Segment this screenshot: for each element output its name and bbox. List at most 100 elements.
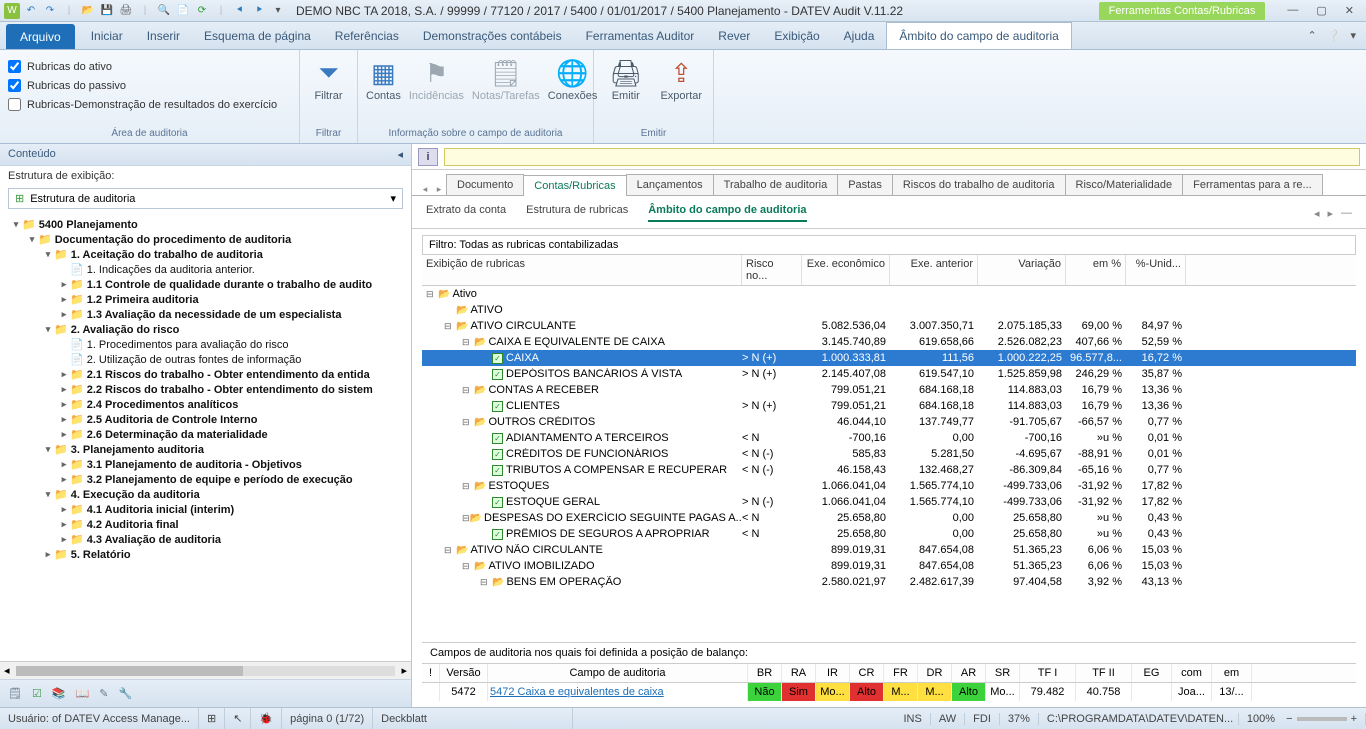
menu-tab[interactable]: Exibição: [762, 22, 831, 49]
notas-button[interactable]: 🗒Notas/Tarefas: [472, 54, 540, 102]
status-icon1[interactable]: ⊞: [199, 708, 225, 729]
next-icon[interactable]: ▸: [1327, 207, 1333, 220]
audit-col[interactable]: com: [1172, 664, 1212, 682]
horizontal-scrollbar[interactable]: ◂▸: [0, 661, 411, 679]
grid-row[interactable]: ⊟📂DESPESAS DO EXERCÍCIO SEGUINTE PAGAS A…: [422, 510, 1356, 526]
main-tab[interactable]: Documento: [446, 174, 524, 195]
grid-row[interactable]: ✓ADIANTAMENTO A TERCEIROS< N-700,160,00-…: [422, 430, 1356, 446]
main-tab[interactable]: Lançamentos: [626, 174, 714, 195]
doc-icon[interactable]: 📄: [175, 3, 191, 19]
qat-more-icon[interactable]: ▾: [270, 3, 286, 19]
preview-icon[interactable]: 🔍: [156, 3, 172, 19]
menu-tab[interactable]: Esquema de página: [192, 22, 323, 49]
grid-body[interactable]: ⊟📂Ativo📂ATIVO⊟📂ATIVO CIRCULANTE5.082.536…: [422, 286, 1356, 642]
tree-item[interactable]: 📄1. Procedimentos para avaliação do risc…: [4, 337, 407, 352]
tree-item[interactable]: ▸📁4.1 Auditoria inicial (interim): [4, 502, 407, 517]
grid-row[interactable]: ✓CAIXA> N (+)1.000.333,81111,561.000.222…: [422, 350, 1356, 366]
grid-row[interactable]: ⊟📂ATIVO IMOBILIZADO899.019,31847.654,085…: [422, 558, 1356, 574]
bug-icon[interactable]: 🐞: [251, 708, 282, 729]
grid-row[interactable]: ⊟📂OUTROS CRÉDITOS46.044,10137.749,77-91.…: [422, 414, 1356, 430]
grid-row[interactable]: ⊟📂CONTAS A RECEBER799.051,21684.168,1811…: [422, 382, 1356, 398]
zoom-control[interactable]: 100% − +: [1239, 713, 1366, 725]
grid-row[interactable]: ✓DEPÓSITOS BANCÁRIOS À VISTA> N (+)2.145…: [422, 366, 1356, 382]
arrow-left-icon[interactable]: ⯇: [232, 3, 248, 19]
tree-item[interactable]: ▾📁4. Execução da auditoria: [4, 487, 407, 502]
structure-select[interactable]: ⊞ Estrutura de auditoria ▾: [8, 188, 403, 209]
tree-item[interactable]: ▸📁4.2 Auditoria final: [4, 517, 407, 532]
incidencias-button[interactable]: ⚑Incidências: [409, 54, 464, 102]
save-icon[interactable]: 💾: [99, 3, 115, 19]
menu-tab[interactable]: Rever: [706, 22, 762, 49]
tree-item[interactable]: ▾📁5400 Planejamento: [4, 217, 407, 232]
sub-tab[interactable]: Estrutura de rubricas: [526, 204, 628, 222]
arrow-right-icon[interactable]: ⯈: [251, 3, 267, 19]
menu-tab[interactable]: Ajuda: [832, 22, 887, 49]
grid-row[interactable]: 📂ATIVO: [422, 302, 1356, 318]
zoom-in-icon[interactable]: +: [1351, 713, 1357, 725]
check-rubricas-dre[interactable]: Rubricas-Demonstração de resultados do e…: [8, 96, 277, 113]
audit-col[interactable]: SR: [986, 664, 1020, 682]
grid-row[interactable]: ⊟📂Ativo: [422, 286, 1356, 302]
main-tab[interactable]: Trabalho de auditoria: [713, 174, 839, 195]
grid-row[interactable]: ✓CRÉDITOS DE FUNCIONÁRIOS< N (-)585,835.…: [422, 446, 1356, 462]
ribbon-options-icon[interactable]: ▾: [1350, 29, 1356, 42]
checklist-icon[interactable]: ☑: [32, 687, 42, 700]
note-icon[interactable]: 🗒: [8, 687, 22, 700]
help-icon[interactable]: ❔: [1327, 29, 1341, 42]
tree-item[interactable]: ▸📁1.2 Primeira auditoria: [4, 292, 407, 307]
tree-item[interactable]: 📄1. Indicações da auditoria anterior.: [4, 262, 407, 277]
grid-row[interactable]: ⊟📂BENS EM OPERAÇÃO2.580.021,972.482.617,…: [422, 574, 1356, 590]
close-icon[interactable]: ✕: [1345, 4, 1354, 17]
minimize-icon[interactable]: —: [1287, 4, 1298, 17]
tree-item[interactable]: ▸📁3.1 Planejamento de auditoria - Objeti…: [4, 457, 407, 472]
tree-item[interactable]: ▸📁4.3 Avaliação de auditoria: [4, 532, 407, 547]
menu-tab[interactable]: Inserir: [135, 22, 192, 49]
info-icon[interactable]: i: [418, 148, 438, 166]
tree-item[interactable]: ▾📁Documentação do procedimento de audito…: [4, 232, 407, 247]
audit-col[interactable]: Versão: [440, 664, 488, 682]
audit-col[interactable]: TF II: [1076, 664, 1132, 682]
audit-col[interactable]: !: [422, 664, 440, 682]
menu-tab[interactable]: Demonstrações contábeis: [411, 22, 574, 49]
audit-col[interactable]: em: [1212, 664, 1252, 682]
cursor-icon[interactable]: ↖: [225, 708, 251, 729]
tree-item[interactable]: ▸📁2.6 Determinação da materialidade: [4, 427, 407, 442]
main-tab[interactable]: Riscos do trabalho de auditoria: [892, 174, 1066, 195]
zoom-out-icon[interactable]: −: [1286, 713, 1292, 725]
menu-tab-active[interactable]: Âmbito do campo de auditoria: [886, 22, 1071, 49]
grid-row[interactable]: ✓PRÊMIOS DE SEGUROS A APROPRIAR< N25.658…: [422, 526, 1356, 542]
grid-row[interactable]: ✓ESTOQUE GERAL> N (-)1.066.041,041.565.7…: [422, 494, 1356, 510]
audit-col[interactable]: FR: [884, 664, 918, 682]
main-tab[interactable]: Risco/Materialidade: [1065, 174, 1184, 195]
audit-col[interactable]: AR: [952, 664, 986, 682]
main-tab[interactable]: Contas/Rubricas: [523, 175, 626, 196]
audit-col[interactable]: Campo de auditoria: [488, 664, 748, 682]
audit-row[interactable]: 54725472 Caixa e equivalentes de caixaNã…: [422, 683, 1356, 701]
tree-item[interactable]: ▸📁1.3 Avaliação da necessidade de um esp…: [4, 307, 407, 322]
main-tab[interactable]: Ferramentas para a re...: [1182, 174, 1323, 195]
tab-scroll-right-icon[interactable]: ▸: [432, 184, 446, 195]
tree-item[interactable]: ▾📁1. Aceitação do trabalho de auditoria: [4, 247, 407, 262]
tree-item[interactable]: ▸📁2.1 Riscos do trabalho - Obter entendi…: [4, 367, 407, 382]
grid-row[interactable]: ⊟📂ATIVO NÃO CIRCULANTE899.019,31847.654,…: [422, 542, 1356, 558]
tree-item[interactable]: ▸📁3.2 Planejamento de equipe e período d…: [4, 472, 407, 487]
menu-tab[interactable]: Iniciar: [79, 22, 135, 49]
context-tab[interactable]: Ferramentas Contas/Rubricas: [1099, 2, 1266, 20]
tree-item[interactable]: 📄2. Utilização de outras fontes de infor…: [4, 352, 407, 367]
tree-item[interactable]: ▸📁1.1 Controle de qualidade durante o tr…: [4, 277, 407, 292]
exportar-button[interactable]: ⇪Exportar: [658, 54, 706, 102]
print-icon[interactable]: 🖨: [118, 3, 134, 19]
navigation-tree[interactable]: ▾📁5400 Planejamento▾📁Documentação do pro…: [0, 215, 411, 661]
tree-item[interactable]: ▸📁2.5 Auditoria de Controle Interno: [4, 412, 407, 427]
filter-button[interactable]: ⏷Filtrar: [308, 54, 349, 102]
wand-icon[interactable]: ✎: [99, 687, 108, 700]
books-icon[interactable]: 📚: [52, 687, 66, 700]
wrench-icon[interactable]: 🔧: [118, 687, 132, 700]
audit-col[interactable]: RA: [782, 664, 816, 682]
prev-icon[interactable]: ◂: [1314, 207, 1320, 220]
conexoes-button[interactable]: 🌐Conexões: [548, 54, 598, 102]
collapse-left-icon[interactable]: ◂: [397, 148, 403, 161]
sub-tab[interactable]: Extrato da conta: [426, 204, 506, 222]
emitir-button[interactable]: 🖨Emitir: [602, 54, 650, 102]
tree-item[interactable]: ▸📁2.4 Procedimentos analíticos: [4, 397, 407, 412]
